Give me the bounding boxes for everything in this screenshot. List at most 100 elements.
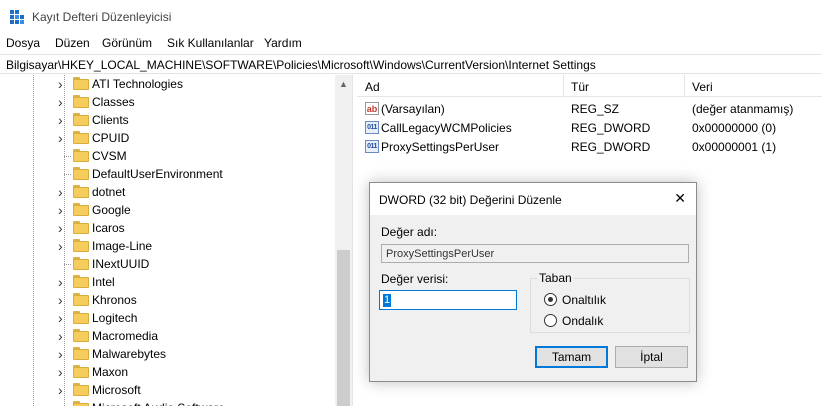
tree-item-label[interactable]: Image-Line [92,239,152,253]
folder-icon [73,275,89,288]
tree-item[interactable]: › Macromedia [0,327,335,345]
address-bar[interactable]: Bilgisayar\HKEY_LOCAL_MACHINE\SOFTWARE\P… [0,54,822,74]
menu-favorites[interactable]: Sık Kullanılanlar [167,36,254,50]
tree-item-label[interactable]: dotnet [92,185,125,199]
value-data: 0x00000000 (0) [692,121,777,135]
tree-item-label[interactable]: Intel [92,275,115,289]
tree-scrollbar[interactable]: ▲ [335,75,352,406]
folder-icon [73,95,89,108]
tree-item[interactable]: › Logitech [0,309,335,327]
dialog-title-bar[interactable]: DWORD (32 bit) Değerini Düzenle ✕ [370,183,696,215]
tree-item-label[interactable]: Maxon [92,365,128,379]
tree-item[interactable]: › Intel [0,273,335,291]
key-tree[interactable]: › ATI Technologies › Classes › Clients › CPUID C… [0,75,351,406]
value-name: (Varsayılan) [381,102,445,116]
expand-arrow-icon[interactable]: › [58,347,68,361]
menu-help[interactable]: Yardım [264,36,302,50]
tree-item[interactable]: › Microsoft Audio Software [0,399,335,406]
folder-body [73,295,89,306]
expand-arrow-icon[interactable]: › [58,311,68,325]
tree-item-label[interactable]: Microsoft [92,383,141,397]
folder-icon [73,131,89,144]
expand-arrow-icon[interactable]: › [58,221,68,235]
folder-icon [73,311,89,324]
value-data-text[interactable]: 1 [383,294,391,307]
tree-item-label[interactable]: Macromedia [92,329,158,343]
tree-item[interactable]: › dotnet [0,183,335,201]
cancel-button[interactable]: İptal [615,346,688,368]
expand-arrow-icon[interactable]: › [58,293,68,307]
expand-arrow-icon[interactable]: › [58,95,68,109]
tree-item[interactable]: › Image-Line [0,237,335,255]
folder-icon [73,257,89,270]
tree-item[interactable]: › Khronos [0,291,335,309]
tree-item-label[interactable]: Classes [92,95,135,109]
value-data-input[interactable]: 1 [379,290,517,310]
expand-arrow-icon[interactable]: › [58,275,68,289]
tree-item[interactable]: CVSM [0,147,335,165]
tree-item[interactable]: › Malwarebytes [0,345,335,363]
scrollbar-thumb[interactable] [337,250,350,406]
tree-item-label[interactable]: Icaros [92,221,125,235]
tree-item[interactable]: INextUUID [0,255,335,273]
tree-item[interactable]: › Clients [0,111,335,129]
edit-dword-dialog: DWORD (32 bit) Değerini Düzenle ✕ Değer … [369,182,697,382]
radio-decimal[interactable] [544,314,557,327]
menu-edit[interactable]: Düzen [55,36,90,50]
tree-item-label[interactable]: Khronos [92,293,137,307]
tree-item[interactable]: › Microsoft [0,381,335,399]
column-separator[interactable] [684,75,685,97]
ok-button[interactable]: Tamam [535,346,608,368]
expand-arrow-icon[interactable]: › [58,77,68,91]
expand-arrow-icon[interactable]: › [58,239,68,253]
tree-item[interactable]: › ATI Technologies [0,75,335,93]
expand-arrow-icon[interactable]: › [58,113,68,127]
tree-item-label[interactable]: Microsoft Audio Software [92,401,225,406]
expand-arrow-icon[interactable]: › [58,329,68,343]
folder-icon [73,365,89,378]
folder-body [73,331,89,342]
expand-arrow-icon[interactable]: › [58,203,68,217]
expand-arrow-icon[interactable]: › [58,131,68,145]
value-row[interactable]: 011 CallLegacyWCMPolicies REG_DWORD 0x00… [357,118,822,137]
tree-item-label[interactable]: Google [92,203,131,217]
column-header-data[interactable]: Veri [692,80,713,94]
tree-item-label[interactable]: ATI Technologies [92,77,183,91]
column-separator[interactable] [563,75,564,97]
tree-item-label[interactable]: DefaultUserEnvironment [92,167,223,181]
value-row[interactable]: ab (Varsayılan) REG_SZ (değer atanmamış) [357,99,822,118]
registry-editor-icon [10,10,24,24]
expand-arrow-icon[interactable]: › [58,365,68,379]
radio-hexadecimal-label[interactable]: Onaltılık [562,293,606,307]
tree-item-label[interactable]: INextUUID [92,257,149,271]
tree-item[interactable]: › Icaros [0,219,335,237]
menu-view[interactable]: Görünüm [102,36,152,50]
tree-item[interactable]: › Classes [0,93,335,111]
column-header-name[interactable]: Ad [365,80,380,94]
close-icon[interactable]: ✕ [674,190,686,207]
address-path[interactable]: Bilgisayar\HKEY_LOCAL_MACHINE\SOFTWARE\P… [6,58,596,72]
tree-item[interactable]: › CPUID [0,129,335,147]
radio-hexadecimal[interactable] [544,293,557,306]
radio-decimal-label[interactable]: Ondalık [562,314,603,328]
expand-arrow-icon[interactable]: › [58,185,68,199]
menu-file[interactable]: Dosya [6,36,40,50]
tree-item-label[interactable]: CPUID [92,131,129,145]
title-bar: Kayıt Defteri Düzenleyicisi [0,0,822,33]
dialog-title: DWORD (32 bit) Değerini Düzenle [379,193,562,207]
tree-item-label[interactable]: Malwarebytes [92,347,166,361]
tree-item-label[interactable]: CVSM [92,149,127,163]
tree-item[interactable]: DefaultUserEnvironment [0,165,335,183]
radio-selected-dot [548,297,553,302]
expand-arrow-icon[interactable]: › [58,383,68,397]
value-name-text: ProxySettingsPerUser [386,248,495,260]
tree-item[interactable]: › Maxon [0,363,335,381]
expand-arrow-icon[interactable]: › [58,401,68,406]
tree-item-label[interactable]: Clients [92,113,129,127]
scroll-up-icon[interactable]: ▲ [339,79,348,89]
value-row[interactable]: 011 ProxySettingsPerUser REG_DWORD 0x000… [357,137,822,156]
tree-item-label[interactable]: Logitech [92,311,137,325]
folder-icon [73,401,89,406]
tree-item[interactable]: › Google [0,201,335,219]
column-header-type[interactable]: Tür [571,80,589,94]
